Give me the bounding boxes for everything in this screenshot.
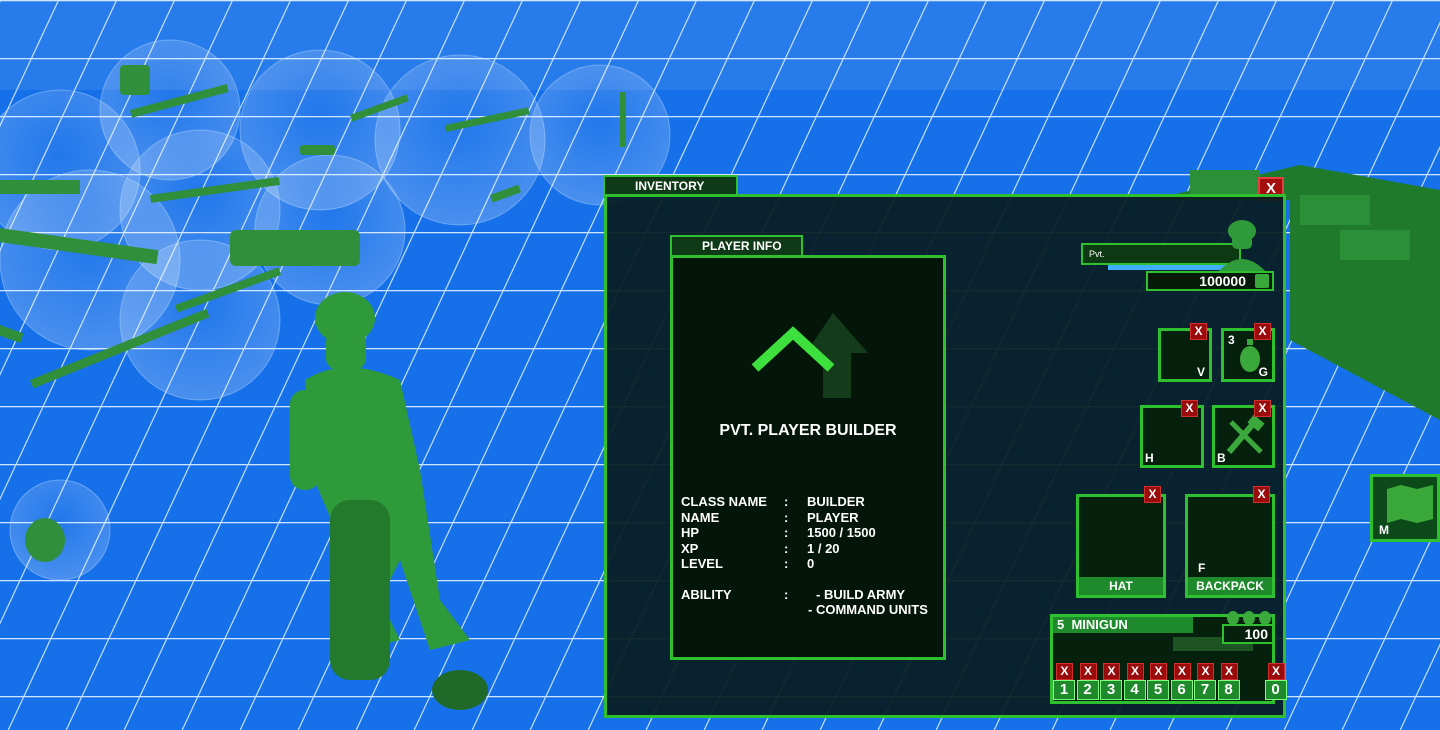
remove-g-button[interactable]: X	[1254, 323, 1271, 340]
stat-value: 1 / 20	[807, 540, 840, 556]
bullets-icon	[1227, 611, 1271, 625]
money-value: 100000	[1199, 273, 1246, 289]
remove-hotbar-button[interactable]: X	[1150, 663, 1167, 680]
remove-hotbar-button[interactable]: X	[1197, 663, 1214, 680]
stat-separator: :	[784, 586, 789, 602]
remove-hotbar-button[interactable]: X	[1056, 663, 1073, 680]
backpack-label: BACKPACK	[1188, 577, 1272, 595]
weapon-header: 5 MINIGUN	[1053, 617, 1193, 633]
stat-separator: :	[784, 556, 789, 571]
hotbar-slot[interactable]: 3	[1100, 680, 1122, 700]
slot-key: F	[1198, 561, 1206, 575]
hotbar-slot[interactable]: 0	[1264, 680, 1287, 700]
map-icon	[1387, 485, 1433, 523]
hotbar-slot[interactable]: 7	[1194, 680, 1216, 700]
ability-label: ABILITY	[681, 586, 732, 602]
slot-backpack[interactable]: F BACKPACK	[1185, 494, 1275, 598]
map-button[interactable]: M	[1370, 474, 1440, 542]
player-info-panel: PVT. PLAYER BUILDER CLASS NAME: BUILDER N…	[670, 255, 946, 660]
remove-b-button[interactable]: X	[1254, 400, 1271, 417]
slot-key: H	[1145, 451, 1154, 465]
remove-hotbar-button[interactable]: X	[1126, 663, 1144, 680]
stat-label: XP	[681, 540, 699, 556]
remove-hotbar-button[interactable]: X	[1173, 663, 1191, 680]
stat-value: 1500 / 1500	[807, 525, 876, 540]
map-key: M	[1379, 523, 1389, 537]
stat-label: CLASS NAME	[681, 494, 767, 509]
money-display: 100000	[1146, 271, 1274, 291]
slot-key: B	[1217, 451, 1226, 465]
stat-separator: :	[784, 494, 789, 509]
ability-line: - COMMAND UNITS	[808, 602, 928, 617]
hotbar-slot[interactable]: 8	[1217, 680, 1240, 700]
remove-hotbar-button[interactable]: X	[1079, 663, 1097, 680]
remove-backpack-button[interactable]: X	[1253, 486, 1270, 503]
stat-label: LEVEL	[681, 556, 723, 571]
stat-separator: :	[784, 540, 789, 556]
slot-key: V	[1196, 365, 1205, 379]
tab-inventory[interactable]: INVENTORY	[603, 175, 738, 195]
stat-value: 0	[807, 556, 815, 571]
hotbar-slot[interactable]: 2	[1076, 680, 1099, 700]
stat-label: NAME	[681, 509, 720, 525]
stat-separator: :	[784, 509, 789, 525]
stat-value: BUILDER	[807, 494, 865, 509]
remove-hat-button[interactable]: X	[1144, 486, 1161, 503]
slot-key: G	[1258, 365, 1268, 379]
ability-line: - BUILD ARMY	[816, 586, 906, 602]
cash-icon	[1255, 274, 1269, 288]
hat-label: HAT	[1079, 577, 1163, 595]
hotbar: 12345678 0	[1053, 680, 1288, 700]
player-avatar-icon	[1217, 220, 1267, 273]
hotbar-slot[interactable]: 1	[1053, 680, 1075, 700]
player-stats: CLASS NAME: BUILDER NAME: PLAYER HP: 1500 /…	[681, 494, 928, 618]
build-tools-icon	[1226, 414, 1265, 454]
hotbar-slot[interactable]: 6	[1170, 680, 1193, 700]
stat-label: HP	[681, 525, 700, 540]
grenade-count: 3	[1228, 333, 1235, 347]
ammo-count: 100	[1222, 624, 1274, 644]
hotbar-slot[interactable]: 4	[1123, 680, 1146, 700]
weapon-name: MINIGUN	[1071, 617, 1128, 632]
remove-v-button[interactable]: X	[1190, 323, 1207, 340]
slot-hat[interactable]: HAT	[1076, 494, 1166, 598]
remove-hotbar-button[interactable]: X	[1220, 663, 1238, 680]
remove-h-button[interactable]: X	[1181, 400, 1198, 417]
hotbar-slot[interactable]: 5	[1147, 680, 1169, 700]
tab-player-info[interactable]: PLAYER INFO	[670, 235, 803, 255]
rank-insignia-icon	[751, 313, 868, 398]
hotbar-slot[interactable]	[1241, 680, 1263, 700]
weapon-slot-number: 5	[1057, 617, 1065, 632]
remove-hotbar-button[interactable]: X	[1103, 663, 1120, 680]
stat-separator: :	[784, 525, 789, 540]
stat-value: PLAYER	[807, 509, 859, 525]
player-title: PVT. PLAYER BUILDER	[719, 422, 897, 439]
remove-hotbar-button[interactable]: X	[1267, 663, 1285, 680]
